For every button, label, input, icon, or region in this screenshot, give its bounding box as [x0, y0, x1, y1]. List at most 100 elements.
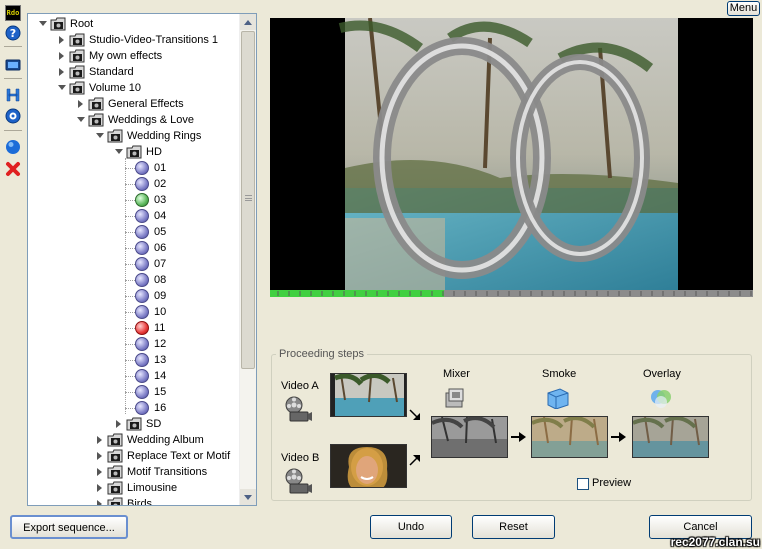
tree-effect-item[interactable]: 04	[28, 208, 240, 224]
scroll-thumb[interactable]	[241, 31, 255, 369]
tree-effect-item[interactable]: 01	[28, 160, 240, 176]
tree-folder-item[interactable]: SD	[28, 416, 240, 432]
tree-item-label: Wedding Rings	[127, 130, 202, 142]
playback-progress-bar[interactable]	[270, 290, 753, 297]
tree-list: Root Studio-Video-Transitions 1 My own eff…	[28, 14, 240, 505]
tree-effect-item[interactable]: 14	[28, 368, 240, 384]
logo-icon[interactable]	[5, 87, 21, 103]
expand-arrow-icon[interactable]	[58, 85, 66, 90]
folder-icon	[69, 81, 85, 95]
tree-effect-item[interactable]: 12	[28, 336, 240, 352]
scroll-down-button[interactable]	[240, 489, 256, 505]
folder-icon	[107, 433, 123, 447]
reset-button[interactable]: Reset	[472, 515, 555, 539]
menu-button[interactable]: Menu	[727, 1, 760, 16]
tree-effect-item[interactable]: 09	[28, 288, 240, 304]
video-a-to-mixer-arrow	[409, 409, 420, 420]
delete-icon[interactable]	[5, 161, 21, 177]
tree-effect-item[interactable]: 08	[28, 272, 240, 288]
tree-effect-item[interactable]: 03	[28, 192, 240, 208]
expand-arrow-icon[interactable]	[96, 133, 104, 138]
tree-item-label: Root	[70, 18, 94, 30]
tree-effect-item[interactable]: 11	[28, 320, 240, 336]
tree-folder-item[interactable]: My own effects	[28, 48, 240, 64]
export-sequence-button[interactable]: Export sequence...	[10, 515, 128, 539]
tree-effect-item[interactable]: 06	[28, 240, 240, 256]
overlay-thumbnail	[632, 416, 709, 458]
tree-item-label: SD	[146, 418, 162, 430]
tree-item-label: Studio-Video-Transitions 1	[89, 34, 219, 46]
tree-effect-item[interactable]: 05	[28, 224, 240, 240]
mixer-icon	[444, 387, 466, 412]
smoke-thumbnail	[531, 416, 608, 458]
tree-item-label: 02	[154, 178, 167, 190]
monitor-icon[interactable]	[5, 57, 21, 73]
folder-icon	[126, 417, 142, 431]
tree-connector-line	[125, 158, 126, 414]
tree-folder-item[interactable]: HD	[28, 144, 240, 160]
folder-icon	[107, 481, 123, 495]
tree-item-label: Birds	[127, 498, 153, 505]
collapse-arrow-icon[interactable]	[97, 500, 102, 505]
tree-folder-item[interactable]: Motif Transitions	[28, 464, 240, 480]
tree-item-label: 05	[154, 226, 167, 238]
sphere-icon[interactable]	[5, 139, 21, 155]
tree-folder-item[interactable]: Volume 10	[28, 80, 240, 96]
tree-effect-item[interactable]: 02	[28, 176, 240, 192]
tree-folder-item[interactable]: Replace Text or Motif	[28, 448, 240, 464]
effect-icon	[135, 385, 149, 399]
tree-effect-item[interactable]: 16	[28, 400, 240, 416]
folder-icon	[50, 17, 66, 31]
overlay-label: Overlay	[643, 368, 681, 380]
tree-vertical-scrollbar[interactable]	[239, 14, 256, 505]
video-preview	[270, 18, 753, 290]
video-a-thumbnail	[330, 373, 407, 417]
effect-icon	[135, 401, 149, 415]
tree-effect-item[interactable]: 07	[28, 256, 240, 272]
folder-icon	[69, 49, 85, 63]
scroll-up-button[interactable]	[240, 14, 256, 30]
settings-icon[interactable]	[5, 108, 21, 124]
preview-checkbox[interactable]	[577, 478, 589, 490]
collapse-arrow-icon[interactable]	[97, 484, 102, 492]
collapse-arrow-icon[interactable]	[59, 52, 64, 60]
mixer-label: Mixer	[443, 368, 470, 380]
collapse-arrow-icon[interactable]	[78, 100, 83, 108]
tree-folder-item[interactable]: Studio-Video-Transitions 1	[28, 32, 240, 48]
tree-folder-item[interactable]: Wedding Rings	[28, 128, 240, 144]
tree-folder-item[interactable]: Wedding Album	[28, 432, 240, 448]
tree-item-label: 13	[154, 354, 167, 366]
tree-folder-item[interactable]: Standard	[28, 64, 240, 80]
collapse-arrow-icon[interactable]	[97, 452, 102, 460]
effect-icon	[135, 161, 149, 175]
tree-folder-item[interactable]: Birds	[28, 496, 240, 505]
folder-icon	[107, 497, 123, 505]
tree-folder-item[interactable]: Limousine	[28, 480, 240, 496]
tree-effect-item[interactable]: 10	[28, 304, 240, 320]
tree-folder-item[interactable]: Root	[28, 16, 240, 32]
expand-arrow-icon[interactable]	[77, 117, 85, 122]
tree-item-label: 04	[154, 210, 167, 222]
collapse-arrow-icon[interactable]	[116, 420, 121, 428]
progress-ticks	[277, 291, 752, 296]
proceeding-steps-legend: Proceeding steps	[276, 348, 367, 360]
film-reel-icon-a	[284, 395, 312, 426]
expand-arrow-icon[interactable]	[115, 149, 123, 154]
undo-button[interactable]: Undo	[370, 515, 452, 539]
effect-icon	[135, 209, 149, 223]
collapse-arrow-icon[interactable]	[97, 436, 102, 444]
effects-tree[interactable]: Root Studio-Video-Transitions 1 My own eff…	[27, 13, 257, 506]
help-icon[interactable]: ?	[5, 25, 21, 41]
tree-item-label: Weddings & Love	[108, 114, 195, 126]
tree-effect-item[interactable]: 13	[28, 352, 240, 368]
collapse-arrow-icon[interactable]	[59, 36, 64, 44]
expand-arrow-icon[interactable]	[39, 21, 47, 26]
collapse-arrow-icon[interactable]	[97, 468, 102, 476]
tree-item-label: 03	[154, 194, 167, 206]
tree-folder-item[interactable]: General Effects	[28, 96, 240, 112]
tree-effect-item[interactable]: 15	[28, 384, 240, 400]
tree-item-label: 16	[154, 402, 167, 414]
effect-icon	[135, 337, 149, 351]
collapse-arrow-icon[interactable]	[59, 68, 64, 76]
tree-folder-item[interactable]: Weddings & Love	[28, 112, 240, 128]
